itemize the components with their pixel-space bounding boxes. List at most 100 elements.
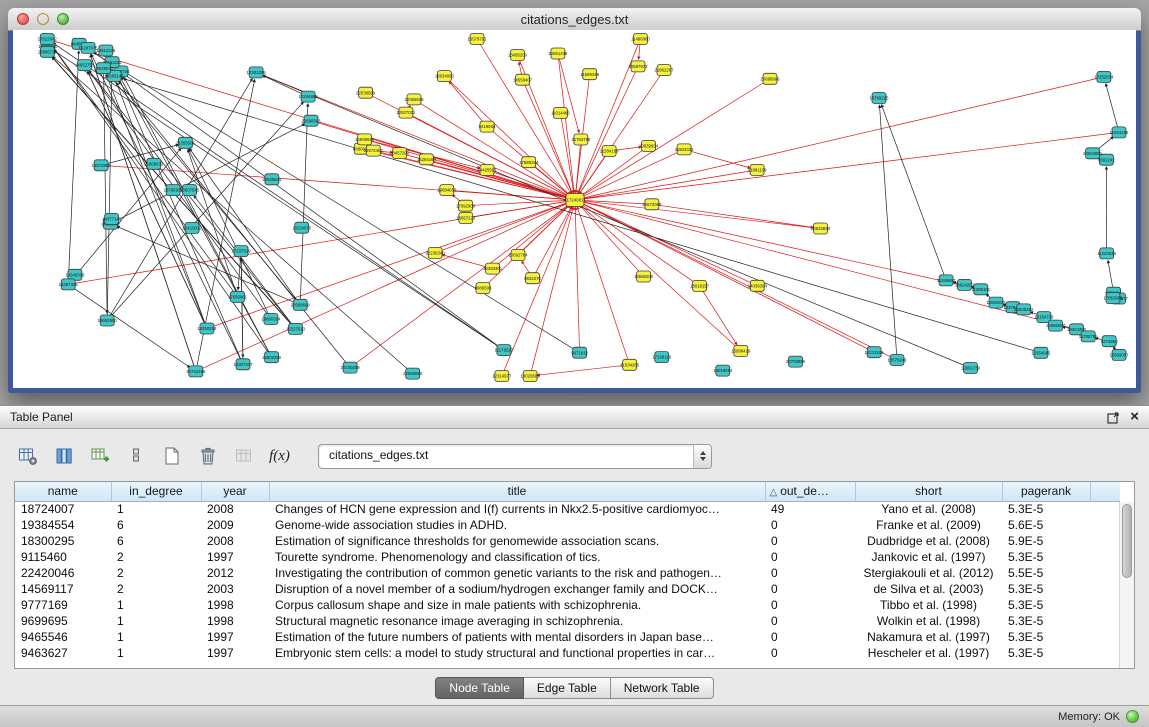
cell-short: Dudbridge et al. (2008) [855, 533, 1002, 549]
table-row[interactable]: 969969511998Structural magnetic resonanc… [15, 613, 1120, 629]
tab-network-table[interactable]: Network Table [611, 677, 714, 699]
panel-splitter[interactable] [0, 393, 1149, 405]
table-row[interactable]: 1872400712008Changes of HCN gene express… [15, 501, 1120, 517]
citation-edge[interactable] [576, 140, 581, 194]
row-tools-icon[interactable] [122, 443, 149, 469]
citation-edge[interactable] [881, 105, 946, 281]
table-row[interactable]: 911546021997Tourette syndrome. Phenomeno… [15, 549, 1120, 565]
node-label: 15669097 [1109, 353, 1129, 358]
citation-edge[interactable] [53, 43, 504, 350]
table-scrollbar[interactable] [1119, 502, 1134, 668]
citation-edge[interactable] [577, 207, 629, 365]
tab-edge-table[interactable]: Edge Table [524, 677, 611, 699]
close-window-button[interactable] [17, 13, 29, 25]
cell-in_degree: 1 [111, 629, 201, 645]
window-titlebar[interactable]: citations_edges.txt [8, 8, 1141, 31]
network-canvas[interactable]: 2267208814558407166572231101446611599349… [13, 30, 1136, 388]
citation-edge[interactable] [537, 365, 630, 375]
zoom-window-button[interactable] [57, 13, 69, 25]
node-label: 11496860 [631, 37, 650, 42]
combo-stepper-icon[interactable] [693, 445, 711, 468]
citation-edge[interactable] [581, 79, 770, 197]
citation-edge[interactable] [414, 99, 569, 196]
new-document-icon[interactable] [158, 443, 185, 469]
citation-edge[interactable] [558, 54, 574, 194]
citation-edge[interactable] [652, 204, 814, 227]
table-row[interactable]: 1830029562008Estimation of significance … [15, 533, 1120, 549]
citation-edge[interactable] [121, 78, 1041, 353]
table-row[interactable]: 977716911998Corpus callosum shape and si… [15, 597, 1120, 613]
col-header-out-degree[interactable]: △out_de… [765, 482, 855, 501]
citation-edge[interactable] [117, 82, 207, 328]
delete-icon[interactable] [194, 443, 221, 469]
close-panel-icon[interactable]: × [1130, 410, 1139, 424]
citation-edge[interactable] [444, 76, 570, 195]
citation-edge[interactable] [106, 75, 207, 329]
cell-short: Stergiakouli et al. (2012) [855, 565, 1002, 581]
citation-edge[interactable] [435, 203, 568, 253]
citation-edge[interactable] [104, 68, 108, 313]
citation-edge[interactable] [582, 132, 1119, 199]
col-header-filler [1090, 482, 1120, 501]
citation-edge[interactable] [700, 286, 737, 345]
node-label: 11385101 [971, 287, 990, 292]
citation-edge[interactable] [124, 78, 271, 358]
col-header-name[interactable]: name [15, 482, 111, 501]
citation-edge[interactable] [582, 201, 821, 229]
citation-edge[interactable] [68, 284, 190, 367]
citation-edge[interactable] [194, 196, 296, 329]
citation-edge[interactable] [68, 51, 79, 285]
cell-short: Jankovic et al. (1997) [855, 549, 1002, 565]
col-header-pagerank[interactable]: pagerank [1002, 482, 1090, 501]
delete-table-icon[interactable] [230, 443, 257, 469]
show-columns-icon[interactable] [50, 443, 77, 469]
citation-edge[interactable] [85, 48, 579, 353]
cell-pagerank: 5.3E-5 [1002, 629, 1090, 645]
col-header-in-degree[interactable]: in_degree [111, 482, 201, 501]
table-row[interactable]: 1456911722003Disruption of a novel membe… [15, 581, 1120, 597]
col-header-short[interactable]: short [855, 482, 1002, 501]
citation-edge[interactable] [466, 200, 569, 205]
citation-edge[interactable] [196, 203, 569, 372]
citation-edge[interactable] [350, 204, 569, 367]
float-panel-icon[interactable] [1107, 411, 1120, 424]
citation-edge[interactable] [51, 45, 271, 358]
cell-name: 18300295 [15, 533, 111, 549]
cell-pagerank: 5.9E-5 [1002, 533, 1090, 549]
table-select-combo[interactable]: citations_edges.txt [318, 444, 712, 469]
citation-edge[interactable] [493, 205, 570, 269]
node-table: name in_degree year title △out_de… short… [15, 482, 1120, 661]
citation-edge[interactable] [880, 105, 898, 360]
col-header-title[interactable]: title [269, 482, 765, 501]
citation-edge[interactable] [575, 207, 579, 353]
table-row[interactable]: 946362711997Embryonic stem cells: a mode… [15, 645, 1120, 661]
citation-edge[interactable] [582, 202, 1077, 330]
cell-short: Wolkin et al. (1998) [855, 613, 1002, 629]
scrollbar-thumb[interactable] [1122, 504, 1132, 578]
citation-edge[interactable] [101, 145, 179, 166]
citation-edge[interactable] [263, 75, 971, 368]
minimize-window-button[interactable] [37, 13, 49, 25]
table-row[interactable]: 1938455462009Genome-wide association stu… [15, 517, 1120, 533]
table-options-icon[interactable] [14, 443, 41, 469]
citation-edge[interactable] [579, 70, 664, 194]
col-header-year[interactable]: year [201, 482, 269, 501]
citation-edge[interactable] [558, 54, 579, 133]
memory-ok-icon [1126, 710, 1139, 723]
citation-edge[interactable] [580, 205, 741, 351]
citation-edge[interactable] [449, 81, 487, 126]
citation-edge[interactable] [578, 66, 638, 193]
tab-node-table[interactable]: Node Table [435, 677, 524, 699]
function-builder-icon[interactable]: f(x) [266, 443, 293, 469]
citation-edge[interactable] [487, 170, 568, 198]
import-table-icon[interactable] [86, 443, 113, 469]
cell-title: Investigating the contribution of common… [269, 565, 765, 581]
citation-edge[interactable] [581, 149, 684, 197]
citation-edge[interactable] [582, 77, 1104, 198]
table-row[interactable]: 2242004622012Investigating the contribut… [15, 565, 1120, 581]
table-row[interactable]: 946554611997Estimation of the future num… [15, 629, 1120, 645]
citation-edge[interactable] [1106, 84, 1119, 133]
node-label: 14377143 [102, 217, 122, 222]
citation-edge[interactable] [684, 149, 750, 168]
combo-selected-value: citations_edges.txt [319, 445, 693, 468]
